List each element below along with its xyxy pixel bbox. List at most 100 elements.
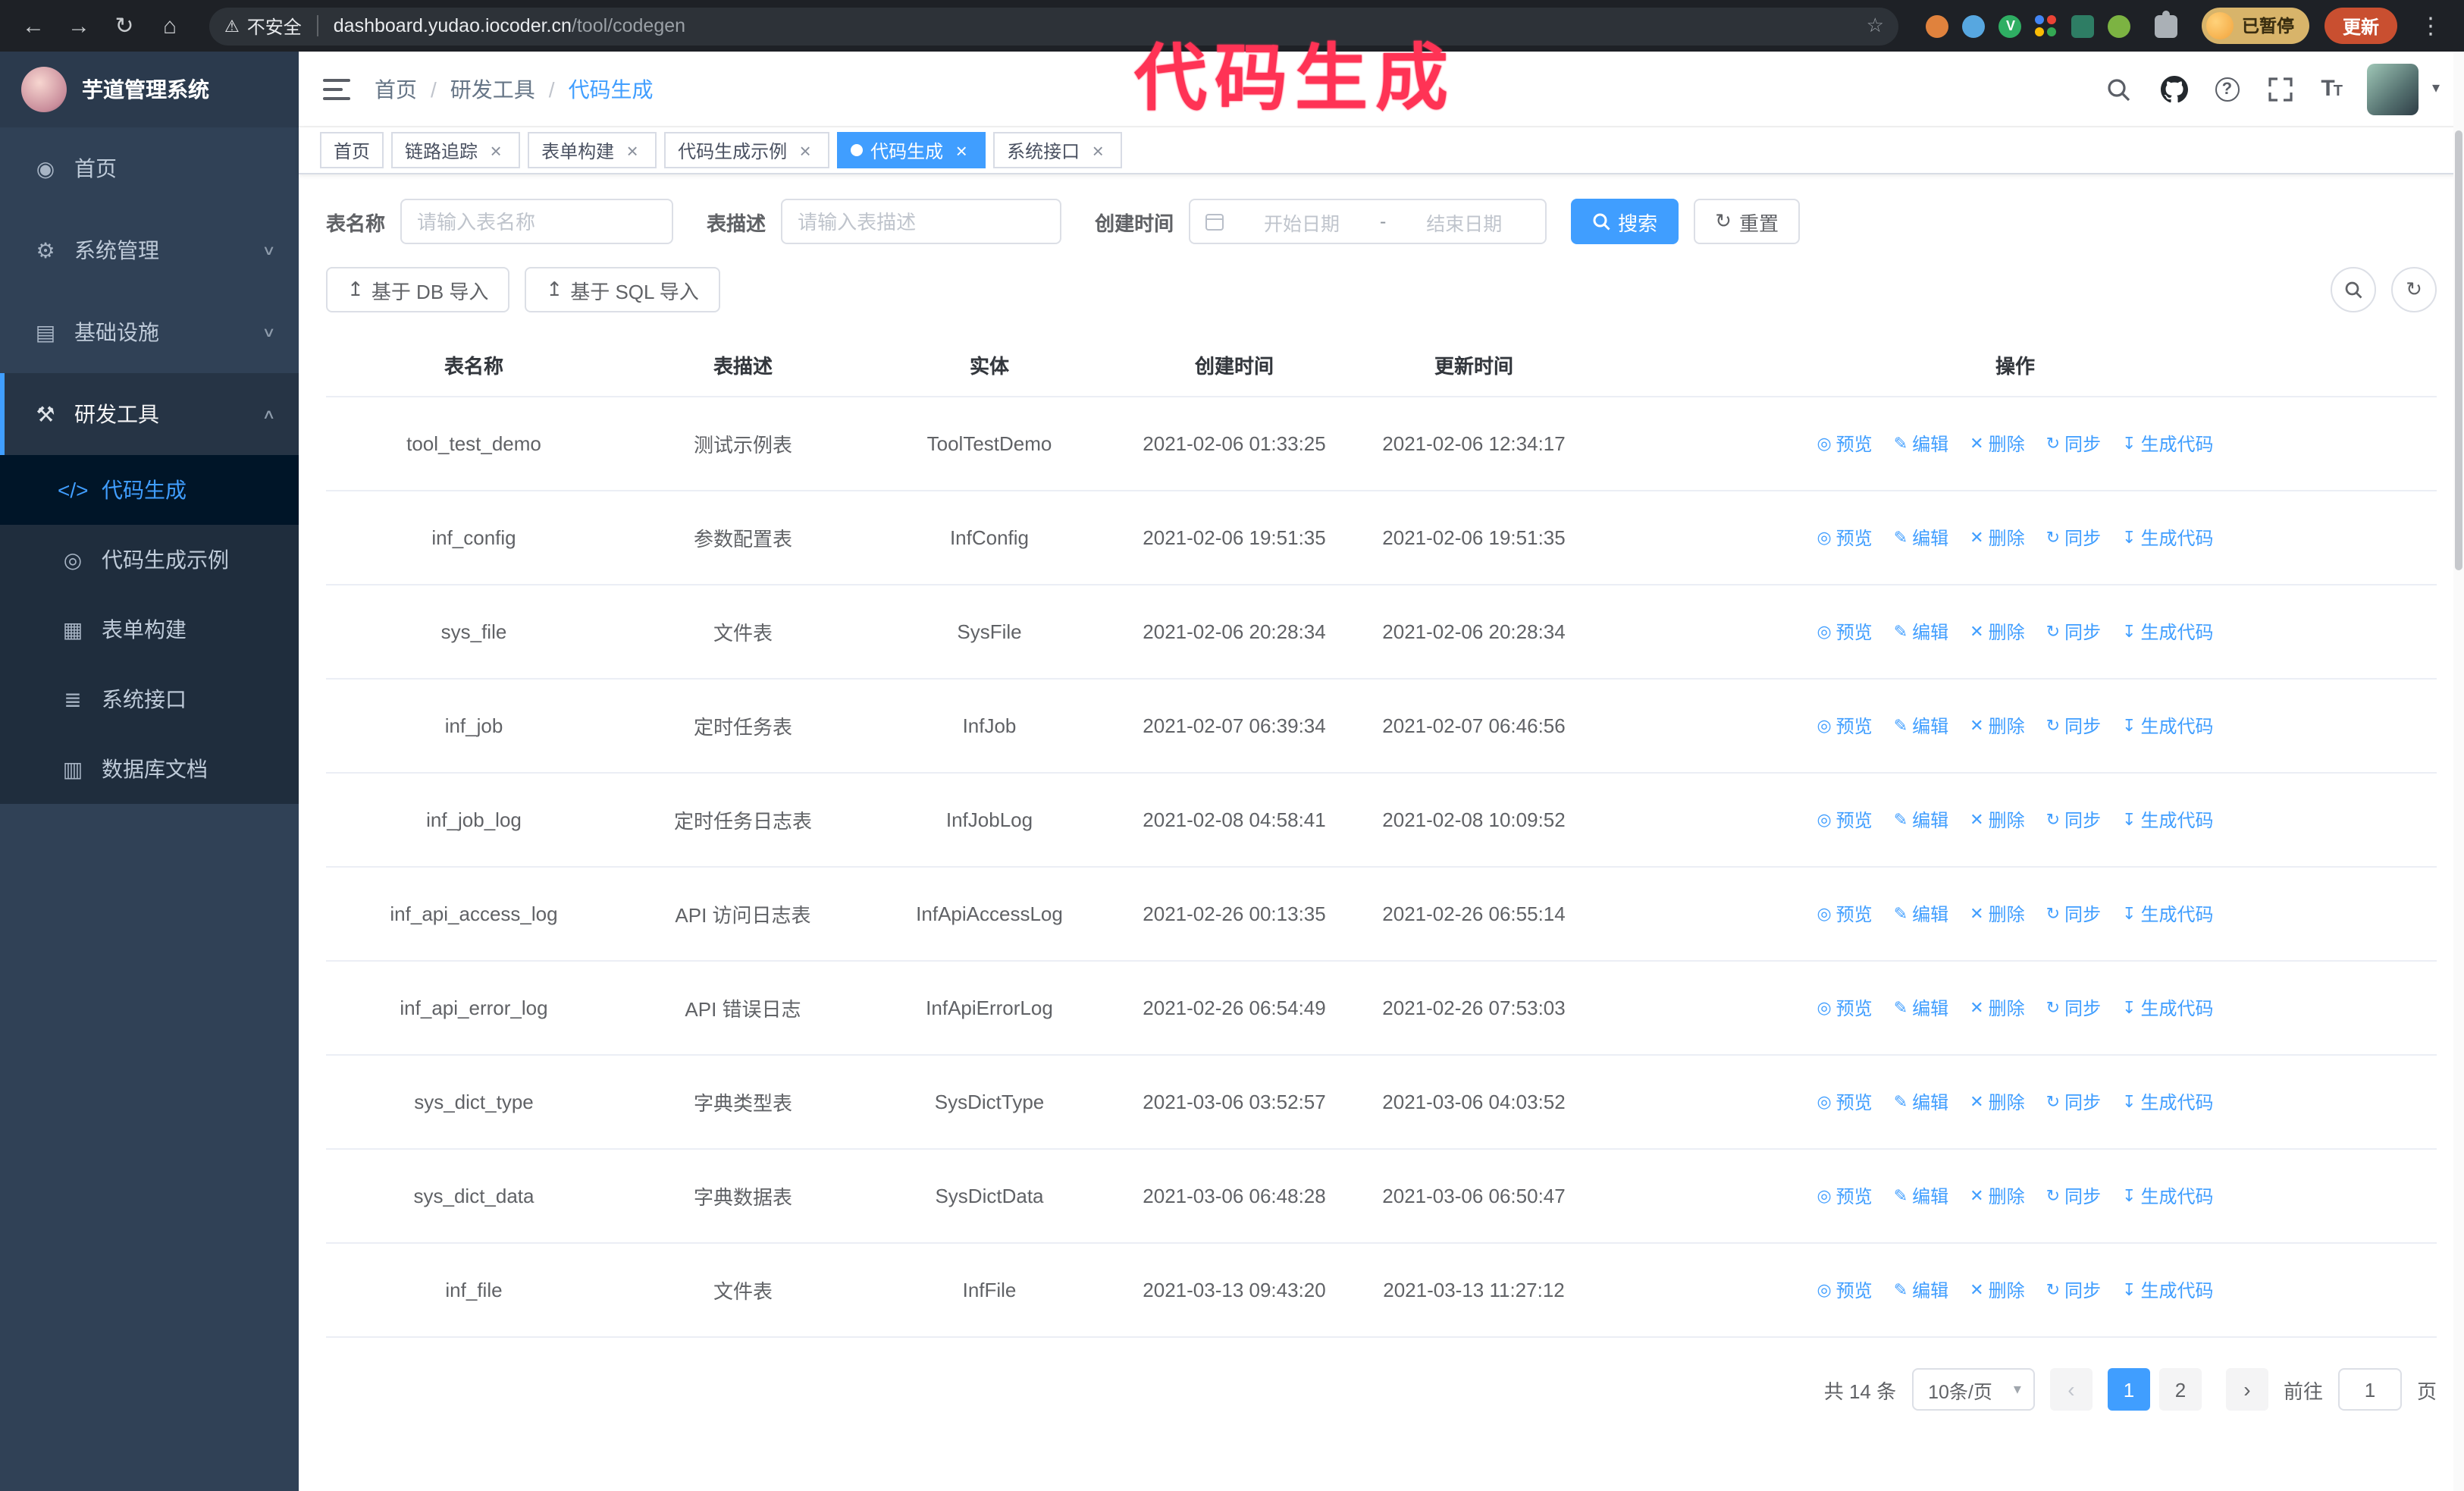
action-edit-link[interactable]: ✎ 编辑 [1894, 1183, 1948, 1209]
refresh-button[interactable]: ↻ [2391, 267, 2437, 312]
action-preview-link[interactable]: ◎ 预览 [1817, 1089, 1872, 1115]
sidebar-item-system-api[interactable]: ≣ 系统接口 [0, 664, 299, 734]
action-edit-link[interactable]: ✎ 编辑 [1894, 807, 1948, 833]
action-delete-link[interactable]: ✕ 删除 [1970, 713, 2024, 739]
tab-系统接口[interactable]: 系统接口 × [993, 132, 1123, 168]
help-icon[interactable]: ? [2215, 77, 2240, 101]
fullscreen-icon[interactable] [2265, 74, 2295, 104]
action-edit-link[interactable]: ✎ 编辑 [1894, 525, 1948, 551]
close-icon[interactable]: × [1087, 140, 1108, 161]
user-avatar[interactable] [2366, 63, 2419, 115]
action-edit-link[interactable]: ✎ 编辑 [1894, 1277, 1948, 1303]
header-search-icon[interactable] [2102, 74, 2133, 104]
table-name-input[interactable] [400, 199, 674, 244]
breadcrumb-item[interactable]: 研发工具 [450, 74, 535, 104]
close-icon[interactable]: × [622, 140, 643, 161]
extension-icon-6[interactable] [2108, 14, 2131, 37]
profile-paused-chip[interactable]: 已暂停 [2202, 8, 2309, 44]
sidebar-item-home[interactable]: ◉ 首页 [0, 127, 299, 209]
page-size-select[interactable]: 10条/页 ▾ [1911, 1368, 2035, 1411]
action-edit-link[interactable]: ✎ 编辑 [1894, 995, 1948, 1021]
action-preview-link[interactable]: ◎ 预览 [1817, 1277, 1872, 1303]
tab-代码生成示例[interactable]: 代码生成示例 × [664, 132, 830, 168]
action-generate-link[interactable]: ↧ 生成代码 [2122, 995, 2213, 1021]
action-generate-link[interactable]: ↧ 生成代码 [2122, 1277, 2213, 1303]
action-preview-link[interactable]: ◎ 预览 [1817, 901, 1872, 927]
back-icon[interactable]: ← [15, 8, 52, 44]
action-generate-link[interactable]: ↧ 生成代码 [2122, 431, 2213, 457]
action-sync-link[interactable]: ↻ 同步 [2046, 431, 2101, 457]
github-icon[interactable] [2158, 74, 2189, 104]
action-delete-link[interactable]: ✕ 删除 [1970, 1183, 2024, 1209]
sidebar-item-infra[interactable]: ▤ 基础设施 ∨ [0, 291, 299, 373]
next-page-button[interactable]: › [2225, 1368, 2268, 1411]
sidebar-item-devtools[interactable]: ⚒ 研发工具 ∧ [0, 373, 299, 455]
goto-page-input[interactable] [2337, 1368, 2402, 1411]
action-generate-link[interactable]: ↧ 生成代码 [2122, 901, 2213, 927]
action-delete-link[interactable]: ✕ 删除 [1970, 901, 2024, 927]
hamburger-icon[interactable] [323, 74, 353, 104]
browser-home-icon[interactable]: ⌂ [152, 8, 188, 44]
forward-icon[interactable]: → [61, 8, 97, 44]
sidebar-item-form-builder[interactable]: ▦ 表单构建 [0, 595, 299, 664]
action-preview-link[interactable]: ◎ 预览 [1817, 525, 1872, 551]
table-desc-input[interactable] [781, 199, 1062, 244]
search-button[interactable]: 搜索 [1571, 199, 1679, 244]
scrollbar[interactable] [2453, 52, 2464, 1491]
sidebar-item-system[interactable]: ⚙ 系统管理 ∨ [0, 209, 299, 291]
scrollbar-thumb[interactable] [2455, 130, 2462, 570]
import-sql-button[interactable]: ↥ 基于 SQL 导入 [525, 267, 720, 312]
sidebar-item-codegen-example[interactable]: ◎ 代码生成示例 [0, 525, 299, 595]
action-generate-link[interactable]: ↧ 生成代码 [2122, 619, 2213, 645]
sidebar-item-db-doc[interactable]: ▥ 数据库文档 [0, 734, 299, 804]
toggle-search-button[interactable] [2331, 267, 2376, 312]
prev-page-button[interactable]: ‹ [2049, 1368, 2093, 1411]
sidebar-item-codegen[interactable]: </> 代码生成 [0, 455, 299, 525]
extension-icon-2[interactable] [1962, 14, 1986, 37]
update-button[interactable]: 更新 [2324, 8, 2397, 44]
action-delete-link[interactable]: ✕ 删除 [1970, 995, 2024, 1021]
action-preview-link[interactable]: ◎ 预览 [1817, 713, 1872, 739]
tab-首页[interactable]: 首页 [320, 132, 384, 168]
action-sync-link[interactable]: ↻ 同步 [2046, 1277, 2101, 1303]
action-generate-link[interactable]: ↧ 生成代码 [2122, 1183, 2213, 1209]
reset-button[interactable]: ↻ 重置 [1694, 199, 1800, 244]
action-delete-link[interactable]: ✕ 删除 [1970, 525, 2024, 551]
action-preview-link[interactable]: ◎ 预览 [1817, 1183, 1872, 1209]
page-button-2[interactable]: 2 [2158, 1368, 2202, 1411]
bookmark-star-icon[interactable]: ☆ [1867, 14, 1884, 38]
action-sync-link[interactable]: ↻ 同步 [2046, 1089, 2101, 1115]
action-preview-link[interactable]: ◎ 预览 [1817, 995, 1872, 1021]
extension-icon-3[interactable]: V [1998, 14, 2022, 37]
action-sync-link[interactable]: ↻ 同步 [2046, 995, 2101, 1021]
close-icon[interactable]: × [951, 140, 972, 161]
action-edit-link[interactable]: ✎ 编辑 [1894, 901, 1948, 927]
close-icon[interactable]: × [485, 140, 506, 161]
extensions-puzzle-icon[interactable] [2155, 10, 2178, 37]
browser-menu-icon[interactable]: ⋮ [2412, 8, 2449, 44]
logo[interactable]: 芋道管理系统 [0, 52, 299, 127]
tab-表单构建[interactable]: 表单构建 × [528, 132, 657, 168]
action-generate-link[interactable]: ↧ 生成代码 [2122, 1089, 2213, 1115]
extension-icon-1[interactable] [1926, 14, 1949, 37]
font-size-icon[interactable]: TT [2321, 76, 2343, 102]
action-generate-link[interactable]: ↧ 生成代码 [2122, 807, 2213, 833]
action-edit-link[interactable]: ✎ 编辑 [1894, 713, 1948, 739]
action-generate-link[interactable]: ↧ 生成代码 [2122, 713, 2213, 739]
tab-代码生成[interactable]: 代码生成 × [837, 132, 986, 168]
action-sync-link[interactable]: ↻ 同步 [2046, 713, 2101, 739]
action-preview-link[interactable]: ◎ 预览 [1817, 619, 1872, 645]
avatar-caret-icon[interactable]: ▾ [2432, 80, 2440, 97]
action-sync-link[interactable]: ↻ 同步 [2046, 525, 2101, 551]
action-sync-link[interactable]: ↻ 同步 [2046, 807, 2101, 833]
action-delete-link[interactable]: ✕ 删除 [1970, 1277, 2024, 1303]
import-db-button[interactable]: ↥ 基于 DB 导入 [326, 267, 510, 312]
action-preview-link[interactable]: ◎ 预览 [1817, 431, 1872, 457]
extension-icon-5[interactable] [2071, 14, 2095, 37]
action-generate-link[interactable]: ↧ 生成代码 [2122, 525, 2213, 551]
reload-icon[interactable]: ↻ [106, 8, 143, 44]
action-edit-link[interactable]: ✎ 编辑 [1894, 1089, 1948, 1115]
action-preview-link[interactable]: ◎ 预览 [1817, 807, 1872, 833]
action-sync-link[interactable]: ↻ 同步 [2046, 901, 2101, 927]
action-delete-link[interactable]: ✕ 删除 [1970, 1089, 2024, 1115]
